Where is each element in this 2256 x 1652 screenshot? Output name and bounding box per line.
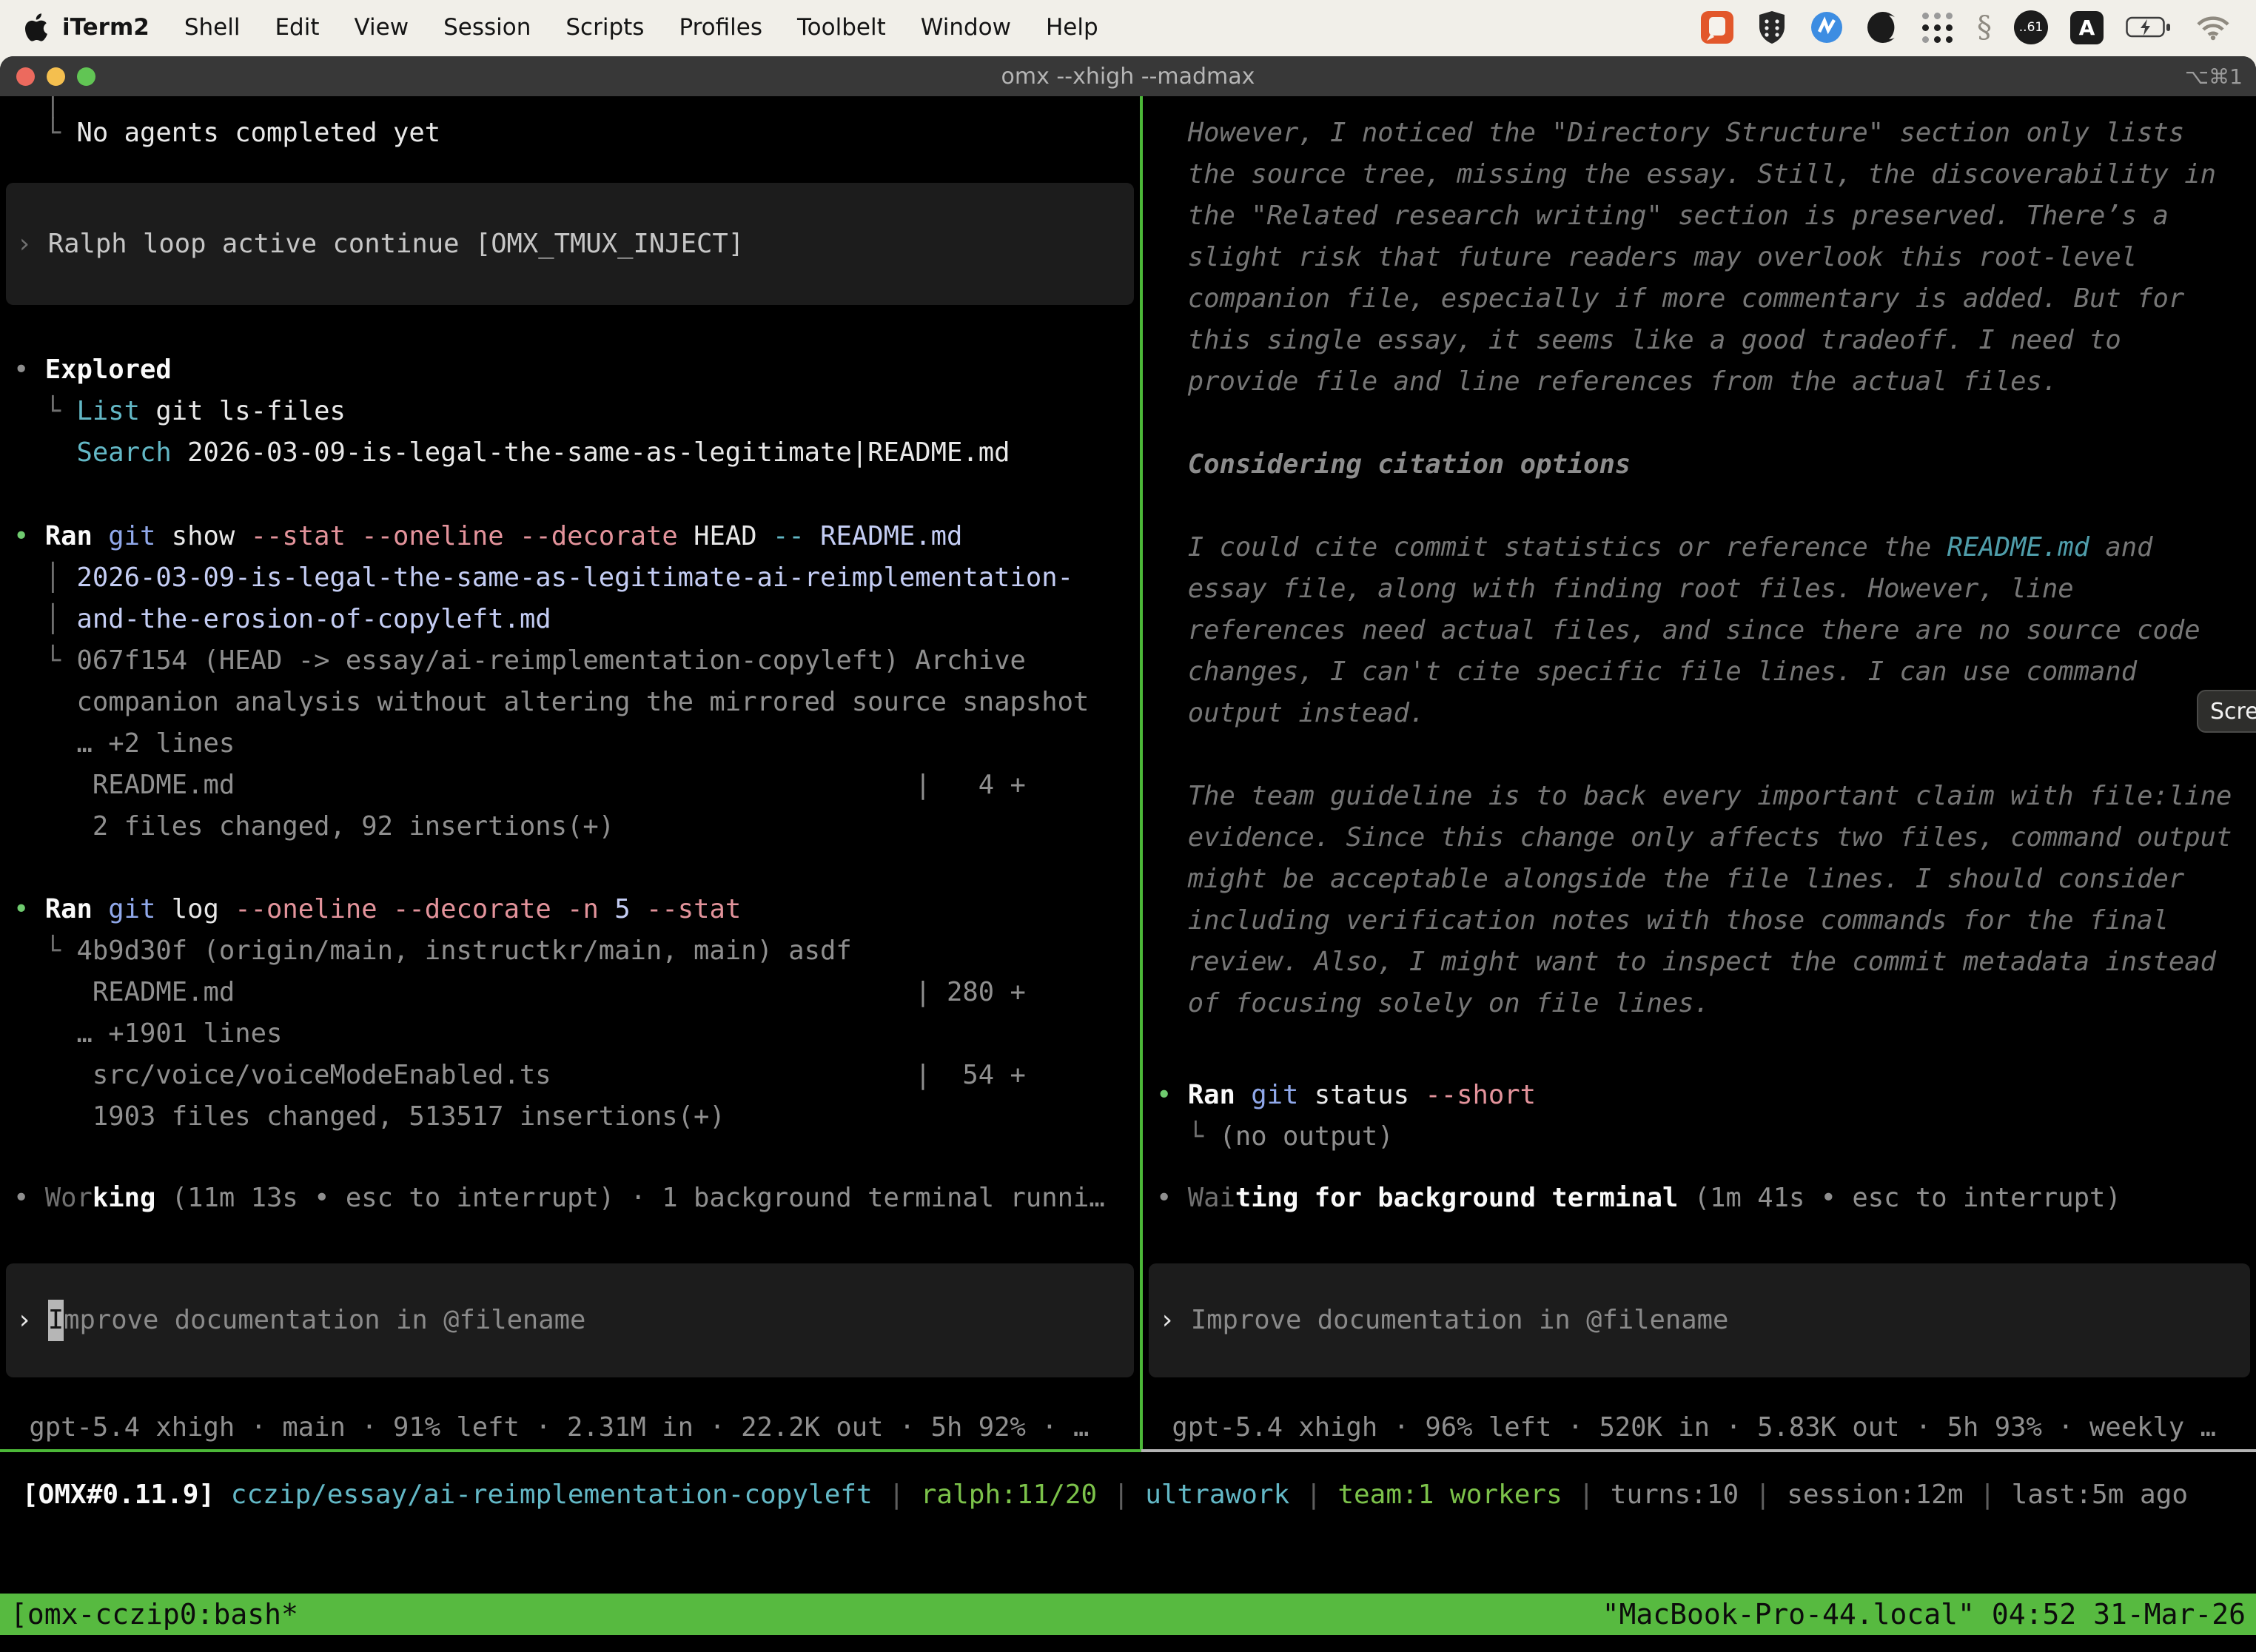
- terminal-line: including verification notes with those …: [1143, 900, 2256, 941]
- menu-item-profiles[interactable]: Profiles: [679, 14, 762, 41]
- menu-item-iterm2[interactable]: iTerm2: [62, 14, 150, 41]
- minimize-button[interactable]: [47, 67, 65, 86]
- menu-status-icons: § ..61 A: [1700, 10, 2231, 45]
- apple-menu[interactable]: [25, 11, 52, 44]
- terminal-line: │ and-the-erosion-of-copyleft.md: [0, 599, 1140, 640]
- terminal-line: Considering citation options: [1143, 444, 2256, 486]
- terminal-line: The team guideline is to back every impo…: [1143, 776, 2256, 817]
- terminal-line: I could cite commit statistics or refere…: [1143, 527, 2256, 568]
- terminal-line: Search 2026-03-09-is-legal-the-same-as-l…: [0, 432, 1140, 474]
- terminal-line: README.md | 4 +: [0, 765, 1140, 806]
- terminal-line: companion analysis without altering the …: [0, 682, 1140, 723]
- terminal-line: essay file, along with finding root file…: [1143, 568, 2256, 610]
- squiggle-icon[interactable]: §: [1977, 10, 1992, 44]
- terminal-line: companion file, especially if more comme…: [1143, 278, 2256, 320]
- window-shortcut-badge: ⌥⌘1: [2185, 56, 2243, 96]
- terminal-line: output instead.: [1143, 693, 2256, 734]
- menu-item-shell[interactable]: Shell: [184, 14, 241, 41]
- terminal-line: slight risk that future readers may over…: [1143, 237, 2256, 278]
- badge-count-icon[interactable]: ..61: [2014, 10, 2048, 44]
- terminal-line: evidence. Since this change only affects…: [1143, 817, 2256, 859]
- terminal-line: └ No agents completed yet: [0, 113, 1140, 154]
- iterm-window: omx --xhigh --madmax ⌥⌘1 │ └ No agents c…: [0, 56, 2256, 1652]
- battery-icon[interactable]: [2126, 16, 2173, 39]
- terminal-line: … +2 lines: [0, 723, 1140, 765]
- apple-icon: [25, 11, 52, 44]
- terminal-line: • Ran git status --short: [1143, 1075, 2256, 1116]
- left-agent-pane[interactable]: │ └ No agents completed yet› Ralph loop …: [0, 96, 1140, 1449]
- terminal-line: of focusing solely on file lines.: [1143, 983, 2256, 1024]
- pane-border-right: [1141, 1449, 2256, 1452]
- terminal-content: │ └ No agents completed yet› Ralph loop …: [0, 96, 2256, 1652]
- dots-grid-icon[interactable]: [1922, 11, 1955, 44]
- terminal-line: might be acceptable alongside the file l…: [1143, 859, 2256, 900]
- tmux-host-clock-label: "MacBook-Pro-44.local" 04:52 31-Mar-26: [1602, 1598, 2246, 1631]
- menu-item-session[interactable]: Session: [443, 14, 531, 41]
- window-title-bar[interactable]: omx --xhigh --madmax ⌥⌘1: [0, 56, 2256, 96]
- terminal-line: • Working (11m 13s • esc to interrupt) ·…: [0, 1178, 1140, 1219]
- window-title: omx --xhigh --madmax: [1001, 64, 1255, 90]
- terminal-line: • Ran git show --stat --oneline --decora…: [0, 516, 1140, 557]
- terminal-line: However, I noticed the "Directory Struct…: [1143, 113, 2256, 154]
- terminal-line: └ 4b9d30f (origin/main, instructkr/main,…: [0, 930, 1140, 972]
- terminal-line: provide file and line references from th…: [1143, 361, 2256, 403]
- terminal-line: │ 2026-03-09-is-legal-the-same-as-legiti…: [0, 557, 1140, 599]
- terminal-line: … +1901 lines: [0, 1013, 1140, 1055]
- menu-item-scripts[interactable]: Scripts: [565, 14, 644, 41]
- terminal-line: gpt-5.4 xhigh · 96% left · 520K in · 5.8…: [1143, 1407, 2256, 1448]
- terminal-line: • Waiting for background terminal (1m 41…: [1143, 1178, 2256, 1219]
- terminal-line: src/voice/voiceModeEnabled.ts | 54 +: [0, 1055, 1140, 1096]
- terminal-line: • Ran git log --oneline --decorate -n 5 …: [0, 889, 1140, 930]
- terminal-line: README.md | 280 +: [0, 972, 1140, 1013]
- ralph-loop-box[interactable]: › Ralph loop active continue [OMX_TMUX_I…: [6, 183, 1134, 305]
- menu-item-toolbelt[interactable]: Toolbelt: [797, 14, 886, 41]
- zoom-button[interactable]: [77, 67, 95, 86]
- tmux-status-bar: [omx-cczip0:bash* "MacBook-Pro-44.local"…: [0, 1594, 2256, 1635]
- terminal-line: 2 files changed, 92 insertions(+): [0, 806, 1140, 847]
- menu-item-view[interactable]: View: [355, 14, 409, 41]
- blue-badge-icon[interactable]: [1810, 10, 1844, 44]
- omx-status-bar: [OMX#0.11.9] cczip/essay/ai-reimplementa…: [0, 1474, 2256, 1516]
- prompt-input-box[interactable]: › Improve documentation in @filename: [1149, 1263, 2250, 1377]
- shield-keypad-icon[interactable]: [1756, 10, 1787, 45]
- terminal-line: this single essay, it seems like a good …: [1143, 320, 2256, 361]
- menu-item-edit[interactable]: Edit: [275, 14, 319, 41]
- terminal-line: gpt-5.4 xhigh · main · 91% left · 2.31M …: [0, 1407, 1140, 1448]
- terminal-line: 1903 files changed, 513517 insertions(+): [0, 1096, 1140, 1138]
- terminal-line: └ List git ls-files: [0, 391, 1140, 432]
- tmux-session-label: [omx-cczip0:bash*: [10, 1598, 298, 1631]
- terminal-line: references need actual files, and since …: [1143, 610, 2256, 651]
- wifi-icon[interactable]: [2195, 14, 2231, 41]
- chat-app-icon[interactable]: [1700, 10, 1734, 44]
- prompt-input-box[interactable]: › Improve documentation in @filename: [6, 1263, 1134, 1377]
- terminal-line: └ 067f154 (HEAD -> essay/ai-reimplementa…: [0, 640, 1140, 682]
- screen-tooltip-button[interactable]: Scre: [2197, 690, 2256, 733]
- pane-border-left-active: [0, 1449, 1141, 1452]
- crescent-app-icon[interactable]: [1866, 10, 1900, 44]
- right-agent-pane[interactable]: However, I noticed the "Directory Struct…: [1143, 96, 2256, 1449]
- terminal-line: • Explored: [0, 349, 1140, 391]
- menu-item-help[interactable]: Help: [1046, 14, 1098, 41]
- menu-bar: iTerm2 Shell Edit View Session Scripts Profile…: [0, 0, 2256, 55]
- terminal-line: └ (no output): [1143, 1116, 2256, 1158]
- menu-items: iTerm2 Shell Edit View Session Scripts Profile…: [62, 14, 1098, 41]
- terminal-line: changes, I can't cite specific file line…: [1143, 651, 2256, 693]
- close-button[interactable]: [16, 67, 35, 86]
- terminal-line: review. Also, I might want to inspect th…: [1143, 941, 2256, 983]
- terminal-line: the "Related research writing" section i…: [1143, 195, 2256, 237]
- menu-item-window[interactable]: Window: [921, 14, 1011, 41]
- input-source-icon[interactable]: A: [2070, 11, 2104, 44]
- terminal-line: the source tree, missing the essay. Stil…: [1143, 154, 2256, 195]
